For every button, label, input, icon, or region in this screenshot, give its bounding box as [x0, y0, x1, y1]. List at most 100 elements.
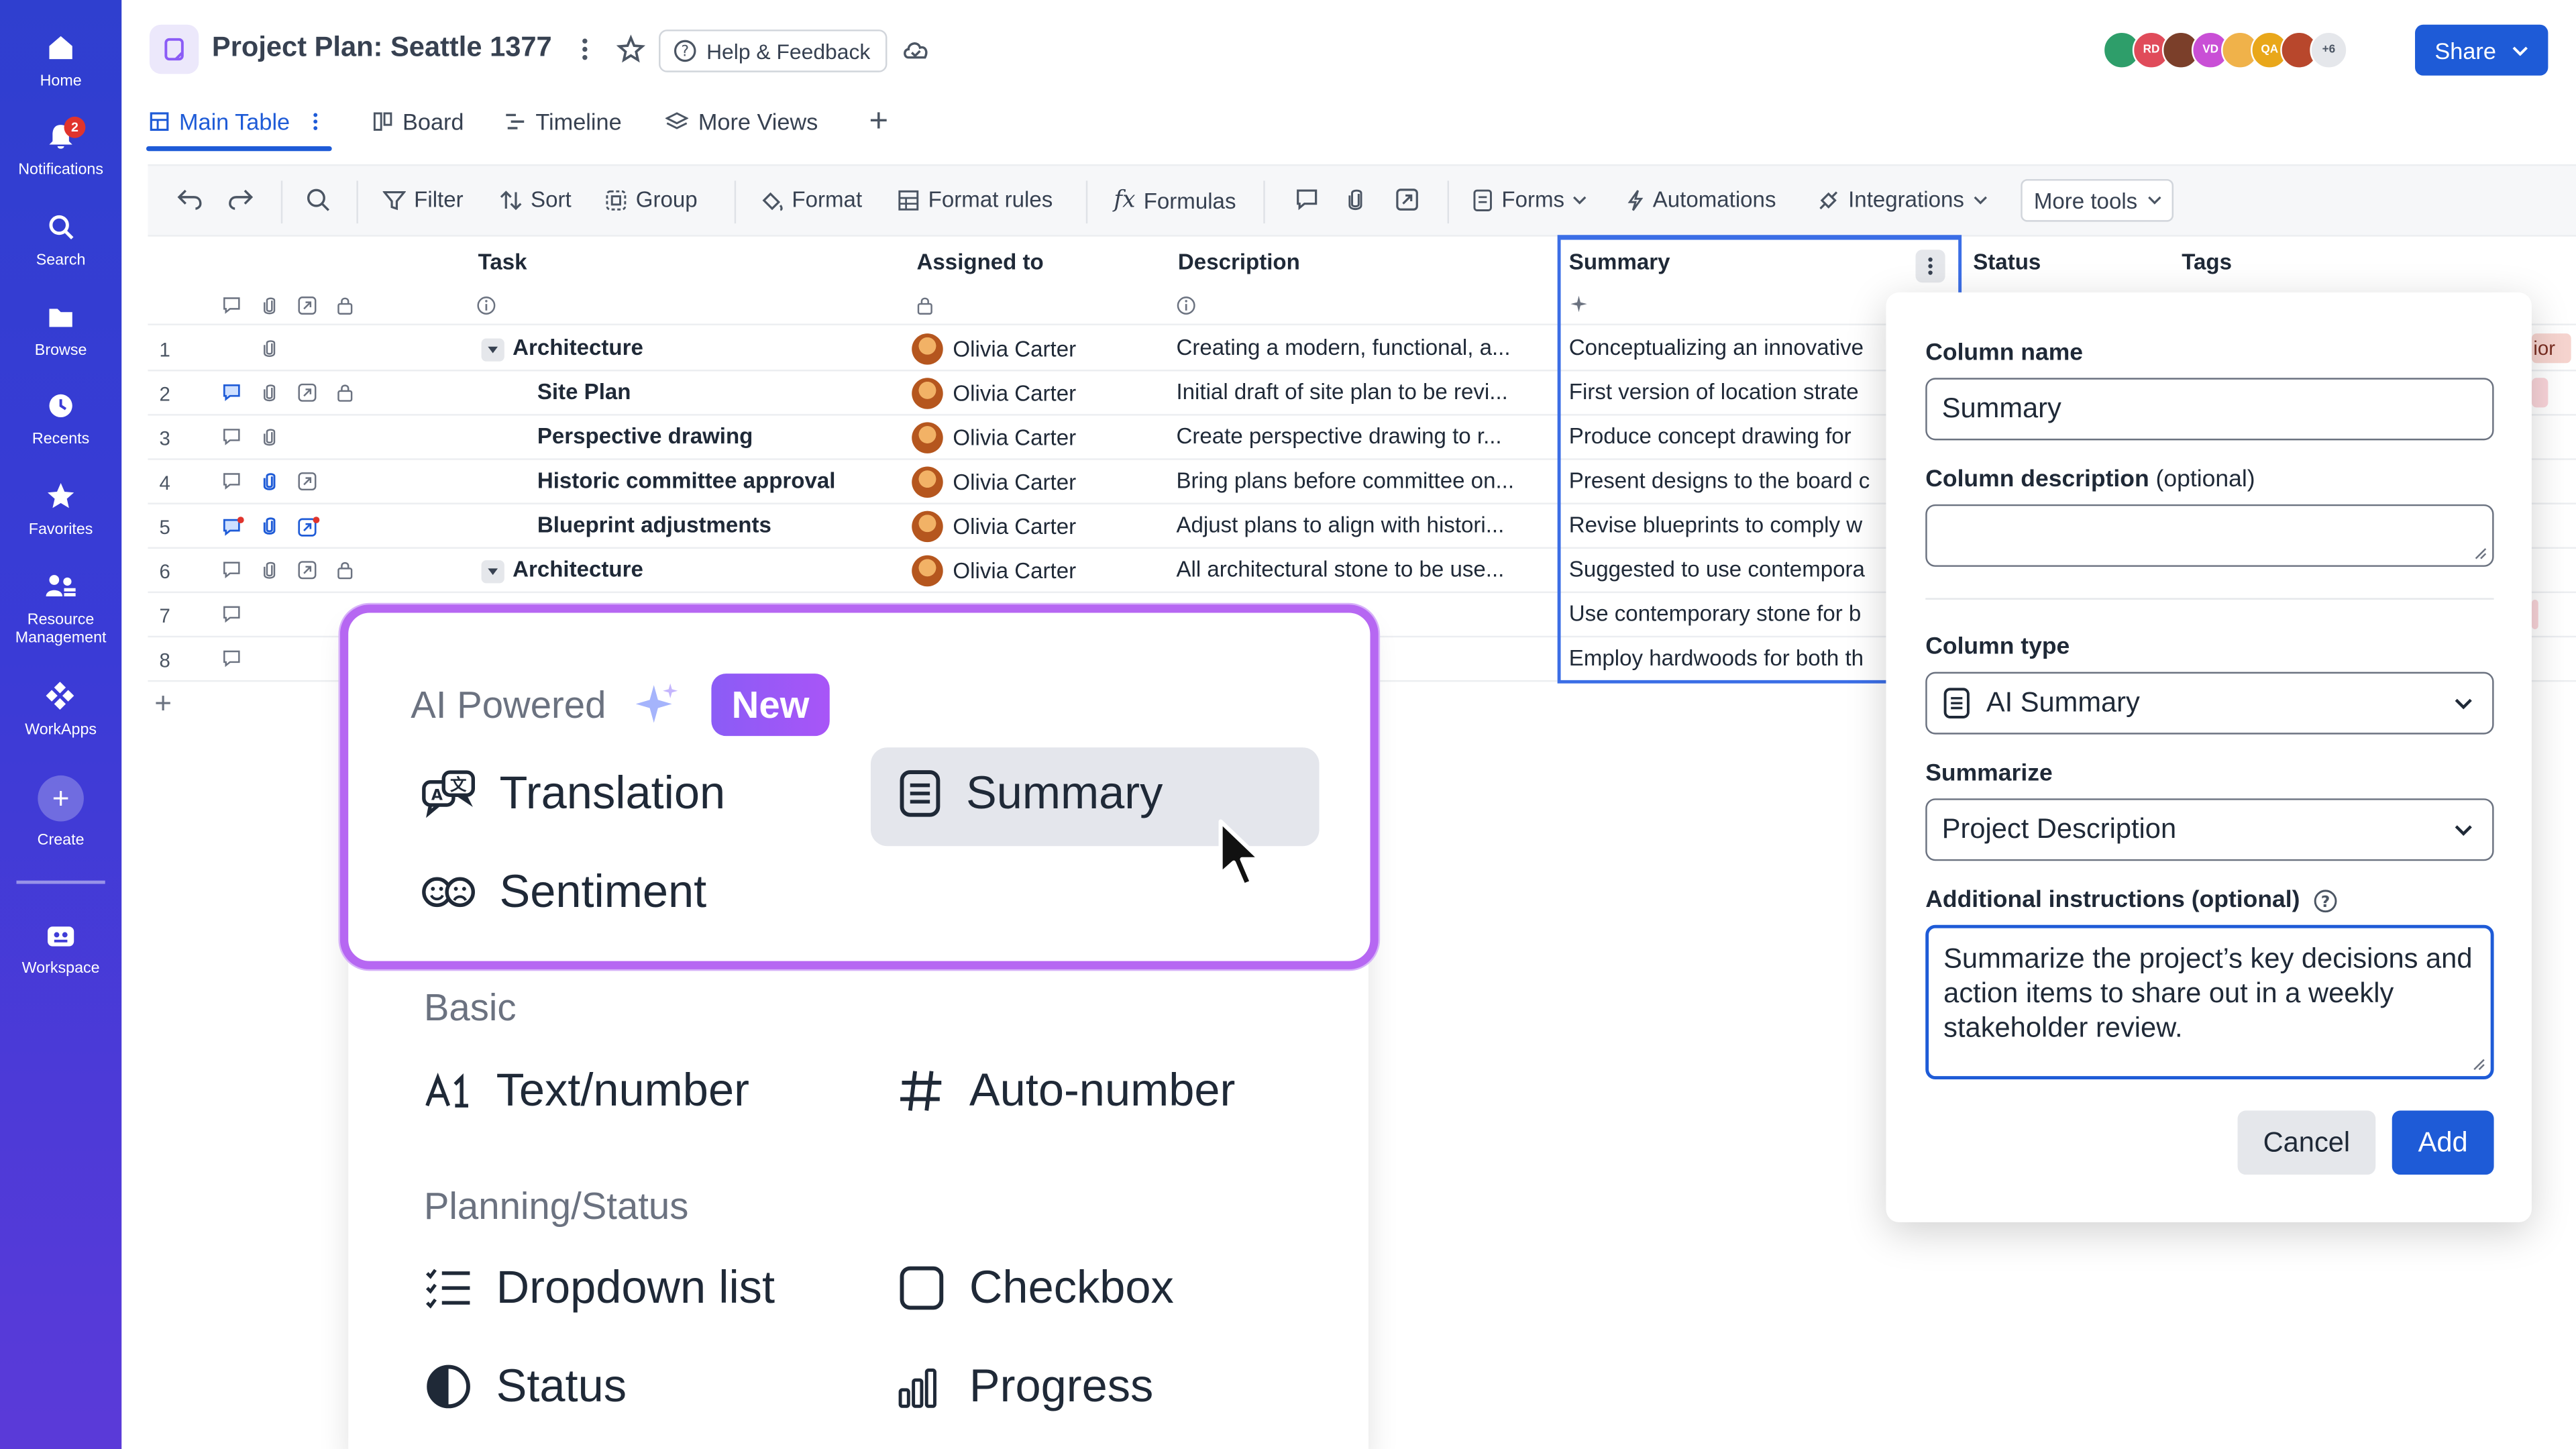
- undo-icon[interactable]: [177, 187, 203, 210]
- forms-button[interactable]: Forms: [1472, 187, 1587, 212]
- comment-icon[interactable]: [1295, 187, 1320, 211]
- proof-icon[interactable]: [297, 383, 317, 402]
- task-cell[interactable]: Perspective drawing: [537, 424, 753, 449]
- sidebar-item-recents[interactable]: Recents: [0, 391, 121, 449]
- more-avatars-count[interactable]: +6: [2310, 31, 2348, 69]
- redo-icon[interactable]: [227, 187, 254, 210]
- add-button[interactable]: Add: [2392, 1110, 2494, 1175]
- comment-icon[interactable]: [222, 649, 241, 668]
- description-cell[interactable]: Initial draft of site plan to be revi...: [1176, 380, 1554, 405]
- column-type-sentiment[interactable]: Sentiment: [421, 866, 706, 918]
- assigned-cell[interactable]: Olivia Carter: [912, 466, 1076, 498]
- assigned-cell[interactable]: Olivia Carter: [912, 333, 1076, 365]
- sidebar-item-browse[interactable]: Browse: [0, 303, 121, 360]
- formulas-button[interactable]: fx Formulas: [1114, 187, 1236, 213]
- format-button[interactable]: Format: [761, 187, 862, 212]
- assigned-cell[interactable]: Olivia Carter: [912, 422, 1076, 453]
- sort-button[interactable]: Sort: [499, 187, 572, 212]
- attachment-icon[interactable]: [261, 383, 277, 402]
- column-header-assigned[interactable]: Assigned to: [917, 250, 1044, 274]
- proof-icon[interactable]: [1395, 187, 1419, 212]
- sidebar-item-favorites[interactable]: Favorites: [0, 482, 121, 539]
- cancel-button[interactable]: Cancel: [2237, 1110, 2376, 1175]
- summary-cell[interactable]: Suggested to use contempora: [1569, 557, 1888, 582]
- summary-cell[interactable]: Use contemporary stone for b: [1569, 601, 1888, 626]
- proof-icon[interactable]: [297, 560, 317, 580]
- kebab-menu-icon[interactable]: [575, 34, 594, 72]
- summary-cell[interactable]: Conceptualizing an innovative: [1569, 335, 1888, 360]
- assigned-cell[interactable]: Olivia Carter: [912, 378, 1076, 409]
- proof-icon[interactable]: [297, 472, 317, 491]
- summary-cell[interactable]: Present designs to the board c: [1569, 468, 1888, 493]
- attachment-icon[interactable]: [261, 427, 277, 447]
- task-cell[interactable]: Site Plan: [537, 380, 631, 405]
- comment-icon[interactable]: [222, 560, 241, 580]
- page-title[interactable]: Project Plan: Seattle 1377: [212, 32, 552, 64]
- column-type-summary[interactable]: Summary: [897, 767, 1163, 820]
- task-cell[interactable]: Architecture: [513, 557, 643, 582]
- tag-chip[interactable]: [2531, 599, 2538, 629]
- tab-more-views[interactable]: More Views: [665, 109, 818, 135]
- add-view-button[interactable]: +: [869, 103, 889, 141]
- summary-cell[interactable]: Revise blueprints to comply w: [1569, 513, 1888, 537]
- sidebar-item-workapps[interactable]: WorkApps: [0, 682, 121, 739]
- attachment-icon[interactable]: [261, 560, 277, 580]
- share-button[interactable]: Share: [2415, 24, 2548, 76]
- format-rules-button[interactable]: Format rules: [897, 187, 1053, 212]
- assigned-cell[interactable]: Olivia Carter: [912, 555, 1076, 587]
- attachment-icon[interactable]: [261, 472, 277, 491]
- sidebar-item-search[interactable]: Search: [0, 212, 121, 270]
- column-type-checkbox[interactable]: Checkbox: [897, 1262, 1174, 1314]
- column-type-auto-number[interactable]: Auto-number: [897, 1065, 1235, 1117]
- resize-handle-icon[interactable]: [2473, 1058, 2486, 1071]
- sidebar-item-notifications[interactable]: 2 Notifications: [0, 116, 121, 179]
- additional-instructions-textarea[interactable]: Summarize the project’s key decisions an…: [1925, 924, 2494, 1079]
- group-button[interactable]: Group: [604, 187, 698, 212]
- column-menu-button[interactable]: [1915, 250, 1945, 283]
- tab-board[interactable]: Board: [373, 109, 464, 135]
- column-description-input[interactable]: [1925, 504, 2494, 567]
- column-header-task[interactable]: Task: [478, 250, 527, 274]
- comment-icon[interactable]: [222, 383, 241, 402]
- column-type-progress[interactable]: Progress: [897, 1360, 1153, 1413]
- column-type-status[interactable]: Status: [424, 1360, 627, 1413]
- proof-icon[interactable]: [297, 516, 320, 537]
- column-type-text-number[interactable]: Text/number: [424, 1065, 749, 1117]
- assigned-cell[interactable]: Olivia Carter: [912, 511, 1076, 543]
- automations-button[interactable]: Automations: [1627, 187, 1776, 212]
- star-outline-icon[interactable]: [616, 34, 646, 72]
- kebab-menu-icon[interactable]: [310, 110, 323, 133]
- task-cell[interactable]: Blueprint adjustments: [537, 513, 771, 537]
- comment-icon[interactable]: [222, 516, 245, 537]
- column-header-summary[interactable]: Summary: [1569, 250, 1670, 274]
- sidebar-item-home[interactable]: Home: [0, 33, 121, 91]
- help-icon[interactable]: ?: [2313, 888, 2338, 913]
- task-cell[interactable]: Historic committee approval: [537, 468, 836, 493]
- summary-cell[interactable]: Produce concept drawing for: [1569, 424, 1888, 449]
- attachment-icon[interactable]: [261, 338, 277, 358]
- help-feedback-button[interactable]: ? Help & Feedback: [659, 30, 887, 72]
- add-row-button[interactable]: +: [154, 687, 172, 721]
- comment-icon[interactable]: [222, 427, 241, 447]
- collaborator-avatars[interactable]: RD VD QA +6: [2102, 31, 2348, 71]
- summary-cell[interactable]: First version of location strate: [1569, 380, 1888, 405]
- attachment-icon[interactable]: [1346, 187, 1365, 212]
- column-type-dropdown-list[interactable]: Dropdown list: [424, 1262, 775, 1314]
- description-cell[interactable]: Adjust plans to align with histori...: [1176, 513, 1554, 537]
- description-cell[interactable]: Bring plans before committee on...: [1176, 468, 1554, 493]
- comment-icon[interactable]: [222, 604, 241, 624]
- attachment-icon[interactable]: [261, 516, 277, 535]
- summary-cell[interactable]: Employ hardwoods for both th: [1569, 645, 1888, 670]
- description-cell[interactable]: Create perspective drawing to r...: [1176, 424, 1554, 449]
- lock-icon[interactable]: [337, 560, 353, 580]
- column-type-translation[interactable]: 文A Translation: [421, 767, 725, 820]
- collapse-toggle[interactable]: [481, 338, 504, 362]
- tab-timeline[interactable]: Timeline: [504, 109, 622, 135]
- column-header-tags[interactable]: Tags: [2182, 250, 2232, 274]
- summarize-select[interactable]: Project Description: [1925, 798, 2494, 861]
- search-icon[interactable]: [306, 187, 331, 212]
- comment-icon[interactable]: [222, 472, 241, 491]
- sidebar-item-resource-management[interactable]: Resource Management: [0, 572, 121, 647]
- integrations-button[interactable]: Integrations: [1817, 187, 1988, 212]
- description-cell[interactable]: All architectural stone to be use...: [1176, 557, 1554, 582]
